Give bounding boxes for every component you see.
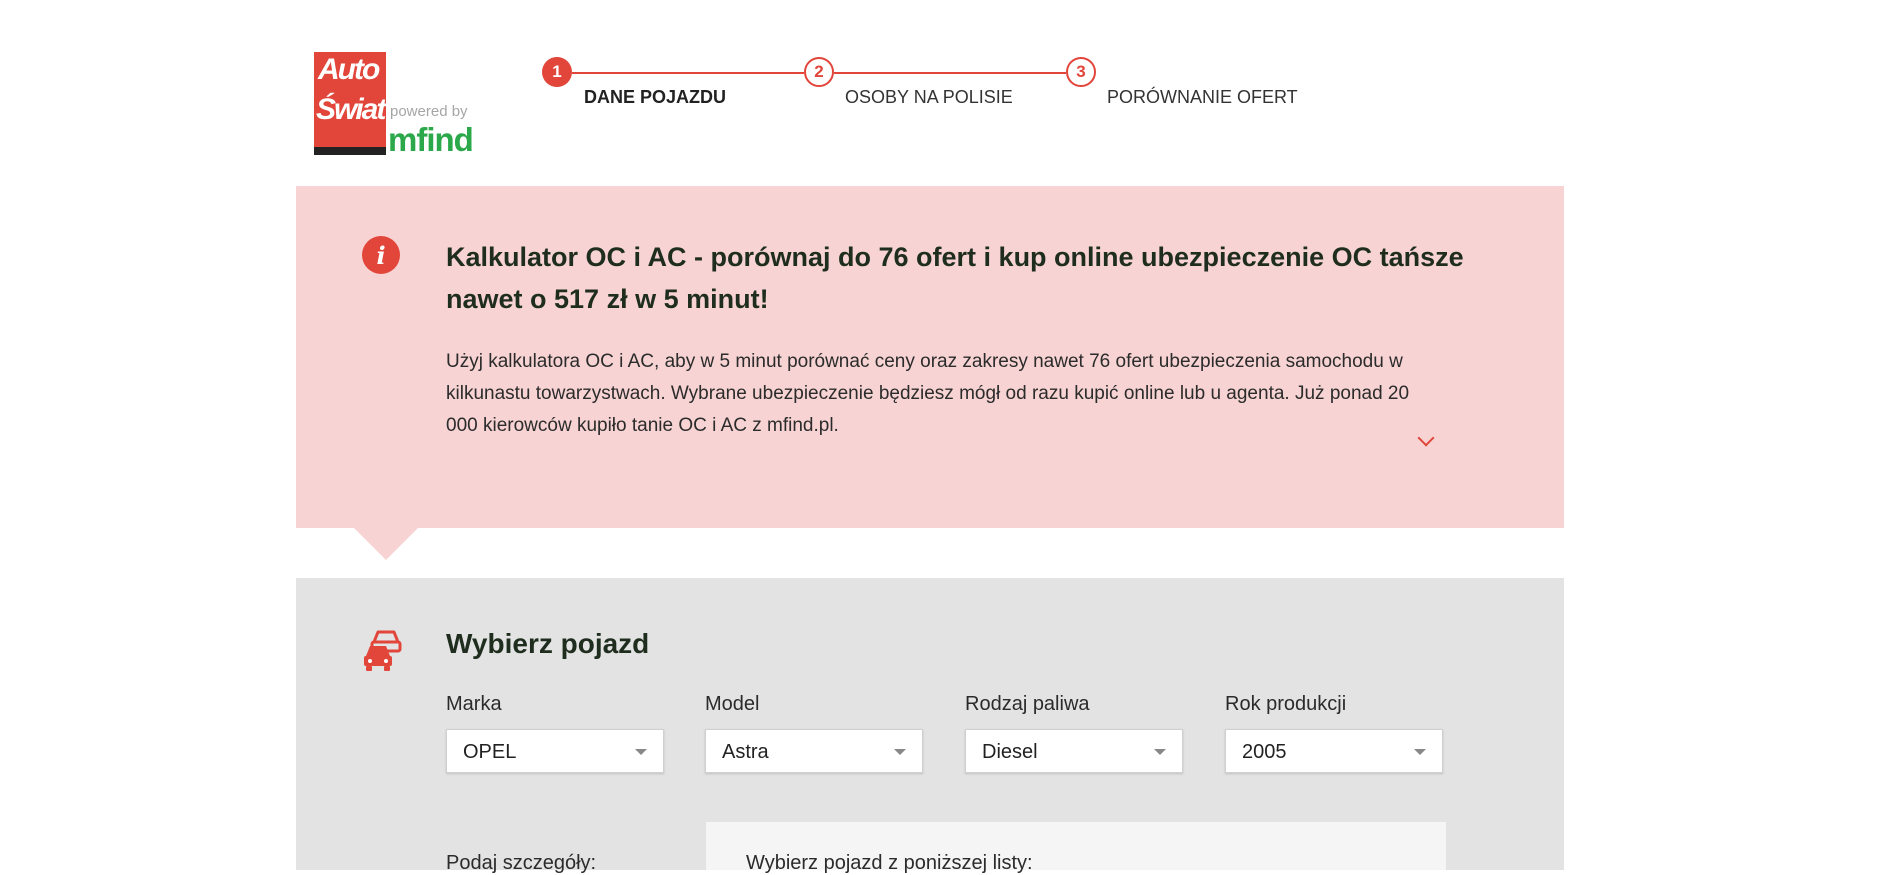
model-label: Model — [705, 693, 760, 715]
production-year-label: Rok produkcji — [1225, 693, 1347, 715]
vehicle-list-label: Wybierz pojazd z poniższej listy: — [746, 852, 1033, 874]
caret-down-icon — [1414, 749, 1426, 755]
logo-line-1: Auto — [318, 53, 380, 86]
info-banner-pointer — [354, 528, 418, 560]
brand-select[interactable]: OPEL — [446, 729, 664, 773]
powered-by-label: powered by — [390, 103, 468, 120]
brand-select-value: OPEL — [463, 741, 517, 763]
fuel-type-label: Rodzaj paliwa — [965, 693, 1090, 715]
step-2-label[interactable]: OSOBY NA POLISIE — [845, 87, 1013, 108]
model-select[interactable]: Astra — [705, 729, 923, 773]
info-icon: i — [362, 236, 400, 274]
details-label: Podaj szczegóły: — [446, 852, 597, 874]
fuel-type-select[interactable]: Diesel — [965, 729, 1183, 773]
caret-down-icon — [1154, 749, 1166, 755]
step-1-label[interactable]: DANE POJAZDU — [584, 87, 726, 108]
fuel-type-select-value: Diesel — [982, 741, 1038, 763]
step-1-indicator[interactable]: 1 — [542, 57, 572, 87]
logo-strip — [314, 147, 386, 155]
logo-line-2: Świat — [316, 93, 386, 126]
vehicle-section-title: Wybierz pojazd — [446, 628, 650, 659]
production-year-select-value: 2005 — [1242, 741, 1287, 763]
step-2-indicator[interactable]: 2 — [804, 57, 834, 87]
production-year-select[interactable]: 2005 — [1225, 729, 1443, 773]
caret-down-icon — [635, 749, 647, 755]
banner-title: Kalkulator OC i AC - porównaj do 76 ofer… — [446, 242, 1464, 314]
caret-down-icon — [894, 749, 906, 755]
brand-label: Marka — [446, 693, 502, 715]
step-3-label[interactable]: PORÓWNANIE OFERT — [1107, 87, 1298, 108]
banner-description: Użyj kalkulatora OC i AC, aby w 5 minut … — [446, 351, 1410, 436]
cars-icon — [364, 630, 402, 671]
vehicle-details-panel: Podaj szczegóły: Wybierz pojazd z poniżs… — [446, 822, 1446, 874]
model-select-value: Astra — [722, 741, 769, 763]
stepper-connector-1-2 — [572, 72, 804, 74]
mfind-logo[interactable]: mfind — [388, 122, 474, 158]
step-3-indicator[interactable]: 3 — [1066, 57, 1096, 87]
autoswiat-logo[interactable]: Auto Świat — [314, 52, 386, 155]
stepper-connector-2-3 — [834, 72, 1066, 74]
